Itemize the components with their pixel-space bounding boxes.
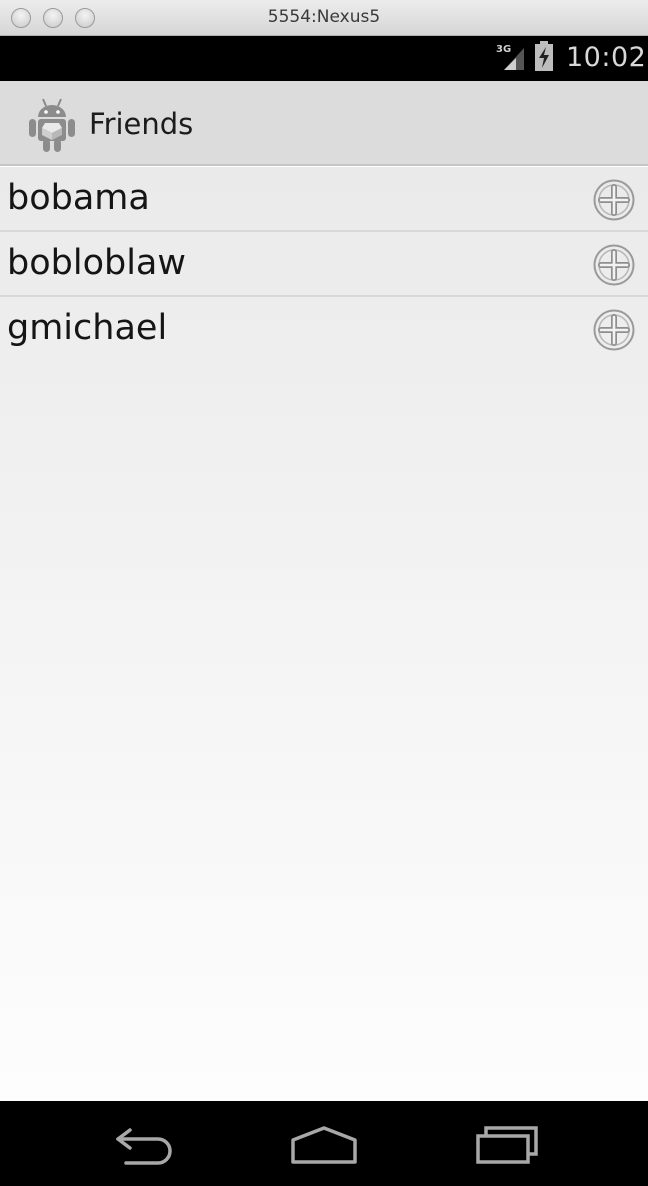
back-icon[interactable]	[110, 1122, 180, 1168]
signal-icon	[504, 48, 524, 70]
add-circle-icon[interactable]	[593, 179, 635, 221]
list-item[interactable]: gmichael	[0, 297, 648, 362]
add-circle-icon[interactable]	[593, 244, 635, 286]
list-item[interactable]: bobloblaw	[0, 232, 648, 297]
window-title: 5554:Nexus5	[267, 7, 381, 27]
friend-name: bobloblaw	[7, 243, 186, 283]
recents-icon[interactable]	[472, 1122, 542, 1168]
friend-name: bobama	[7, 178, 150, 218]
friend-name: gmichael	[7, 308, 168, 348]
emulator-title-bar: 5554:Nexus5	[0, 0, 648, 36]
friends-list: bobama bobloblaw gmichael	[0, 167, 648, 1101]
status-time: 10:02	[566, 42, 647, 73]
android-robot-icon[interactable]	[26, 95, 78, 153]
list-item[interactable]: bobama	[0, 167, 648, 232]
home-icon[interactable]	[289, 1122, 359, 1168]
add-circle-icon[interactable]	[593, 309, 635, 351]
action-bar: Friends	[0, 81, 648, 166]
battery-icon	[535, 41, 553, 71]
page-title: Friends	[89, 107, 194, 141]
